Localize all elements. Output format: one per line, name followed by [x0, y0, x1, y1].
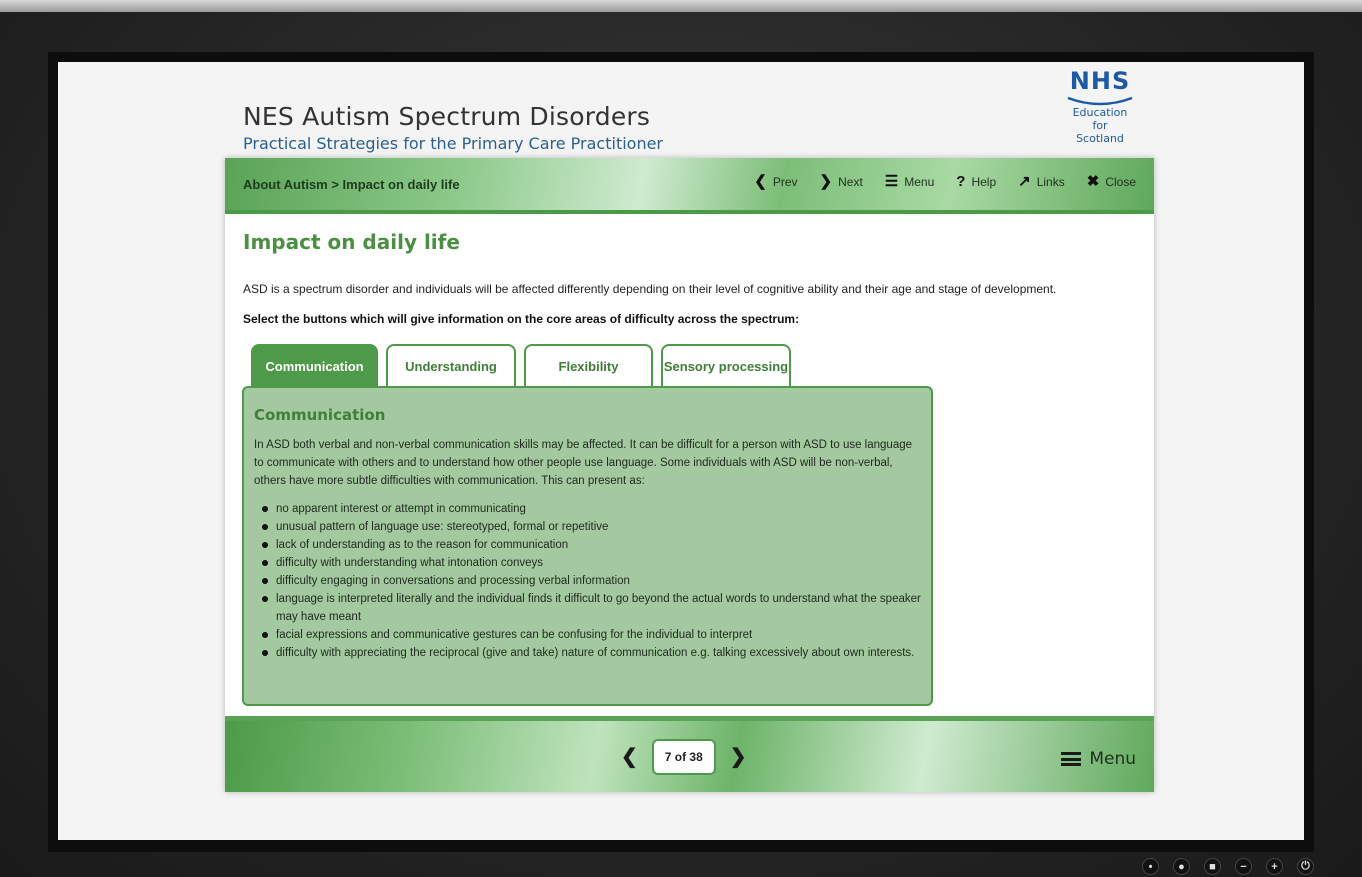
nhs-logo-line1: Education — [1072, 106, 1128, 119]
next-label: Next — [838, 175, 863, 189]
tab-sensory-processing[interactable]: Sensory processing — [661, 344, 791, 386]
external-link-icon: ↗ — [1018, 173, 1031, 190]
bottom-navigation-bar: ❮ 7 of 38 ❯ Menu — [225, 716, 1154, 792]
power-icon[interactable]: ⏻ — [1297, 858, 1314, 875]
list-item: unusual pattern of language use: stereot… — [262, 518, 921, 536]
instruction-text: Select the buttons which will give infor… — [243, 312, 800, 326]
monitor-top-edge — [0, 0, 1362, 12]
list-item: no apparent interest or attempt in commu… — [262, 500, 921, 518]
app-title: NES Autism Spectrum Disorders — [243, 102, 651, 131]
chevron-right-icon: ❯ — [819, 173, 833, 190]
panel-list: no apparent interest or attempt in commu… — [254, 500, 921, 662]
pager: ❮ 7 of 38 ❯ — [621, 739, 747, 775]
next-button[interactable]: ❯ Next — [819, 173, 863, 190]
bottom-menu-label: Menu — [1089, 749, 1136, 769]
panel-body: In ASD both verbal and non-verbal commun… — [254, 439, 913, 487]
breadcrumb: About Autism > Impact on daily life — [243, 177, 460, 192]
chevron-left-icon: ❮ — [754, 173, 767, 190]
close-icon: ✖ — [1086, 173, 1100, 190]
help-label: Help — [971, 175, 997, 189]
menu-label: Menu — [904, 175, 935, 189]
list-item: difficulty with understanding what inton… — [262, 554, 921, 572]
pager-next-icon[interactable]: ❯ — [730, 747, 747, 767]
input-source-icon[interactable]: • — [1142, 858, 1159, 875]
page-indicator: 7 of 38 — [651, 739, 716, 775]
monitor-hardware-buttons: • ● ■ − + ⏻ — [1142, 858, 1314, 875]
question-icon: ? — [956, 173, 966, 190]
links-label: Links — [1036, 175, 1065, 189]
nhs-logo: NHS Education for Scotland — [1062, 66, 1138, 152]
prev-button[interactable]: ❮ Prev — [754, 173, 798, 190]
page-title: Impact on daily life — [243, 230, 460, 254]
content-frame: About Autism > Impact on daily life ❮ Pr… — [225, 158, 1154, 792]
close-button[interactable]: ✖ Close — [1086, 173, 1136, 190]
settings-icon[interactable]: ● — [1173, 858, 1190, 875]
nhs-logo-line3: Scotland — [1076, 132, 1124, 145]
minus-icon[interactable]: − — [1235, 858, 1252, 875]
list-item: difficulty engaging in conversations and… — [262, 572, 921, 590]
bottom-menu-button[interactable]: Menu — [1061, 749, 1136, 769]
list-item: lack of understanding as to the reason f… — [262, 536, 921, 554]
links-button[interactable]: ↗ Links — [1018, 173, 1065, 190]
toolbar: ❮ Prev ❯ Next ☰ Menu ? Help ↗ Links ✖ Cl… — [754, 173, 1136, 190]
nhs-logo-line2: for — [1092, 119, 1108, 132]
list-item: facial expressions and communicative ges… — [262, 626, 921, 644]
menu-square-icon[interactable]: ■ — [1204, 858, 1221, 875]
menu-list-icon — [1061, 752, 1082, 766]
close-label: Close — [1105, 175, 1136, 189]
top-navigation-bar: About Autism > Impact on daily life ❮ Pr… — [225, 158, 1154, 214]
tab-understanding[interactable]: Understanding — [386, 344, 516, 386]
intro-text: ASD is a spectrum disorder and individua… — [243, 282, 1057, 296]
tab-list: Communication Understanding Flexibility … — [251, 344, 791, 386]
app-subtitle: Practical Strategies for the Primary Car… — [243, 134, 664, 153]
menu-button[interactable]: ☰ Menu — [884, 173, 935, 190]
nhs-wave-icon — [1067, 96, 1133, 106]
list-item: difficulty with appreciating the recipro… — [262, 644, 921, 662]
tab-flexibility[interactable]: Flexibility — [524, 344, 653, 386]
tab-panel-communication: Communication In ASD both verbal and non… — [242, 386, 933, 706]
prev-label: Prev — [772, 175, 798, 189]
menu-list-icon: ☰ — [884, 173, 899, 190]
nhs-logo-mark: NHS — [1069, 67, 1131, 95]
help-button[interactable]: ? Help — [956, 173, 997, 190]
panel-title: Communication — [254, 406, 386, 424]
pager-prev-icon[interactable]: ❮ — [621, 747, 638, 767]
list-item: language is interpreted literally and th… — [262, 590, 921, 626]
plus-icon[interactable]: + — [1266, 858, 1283, 875]
tab-communication[interactable]: Communication — [251, 344, 378, 386]
